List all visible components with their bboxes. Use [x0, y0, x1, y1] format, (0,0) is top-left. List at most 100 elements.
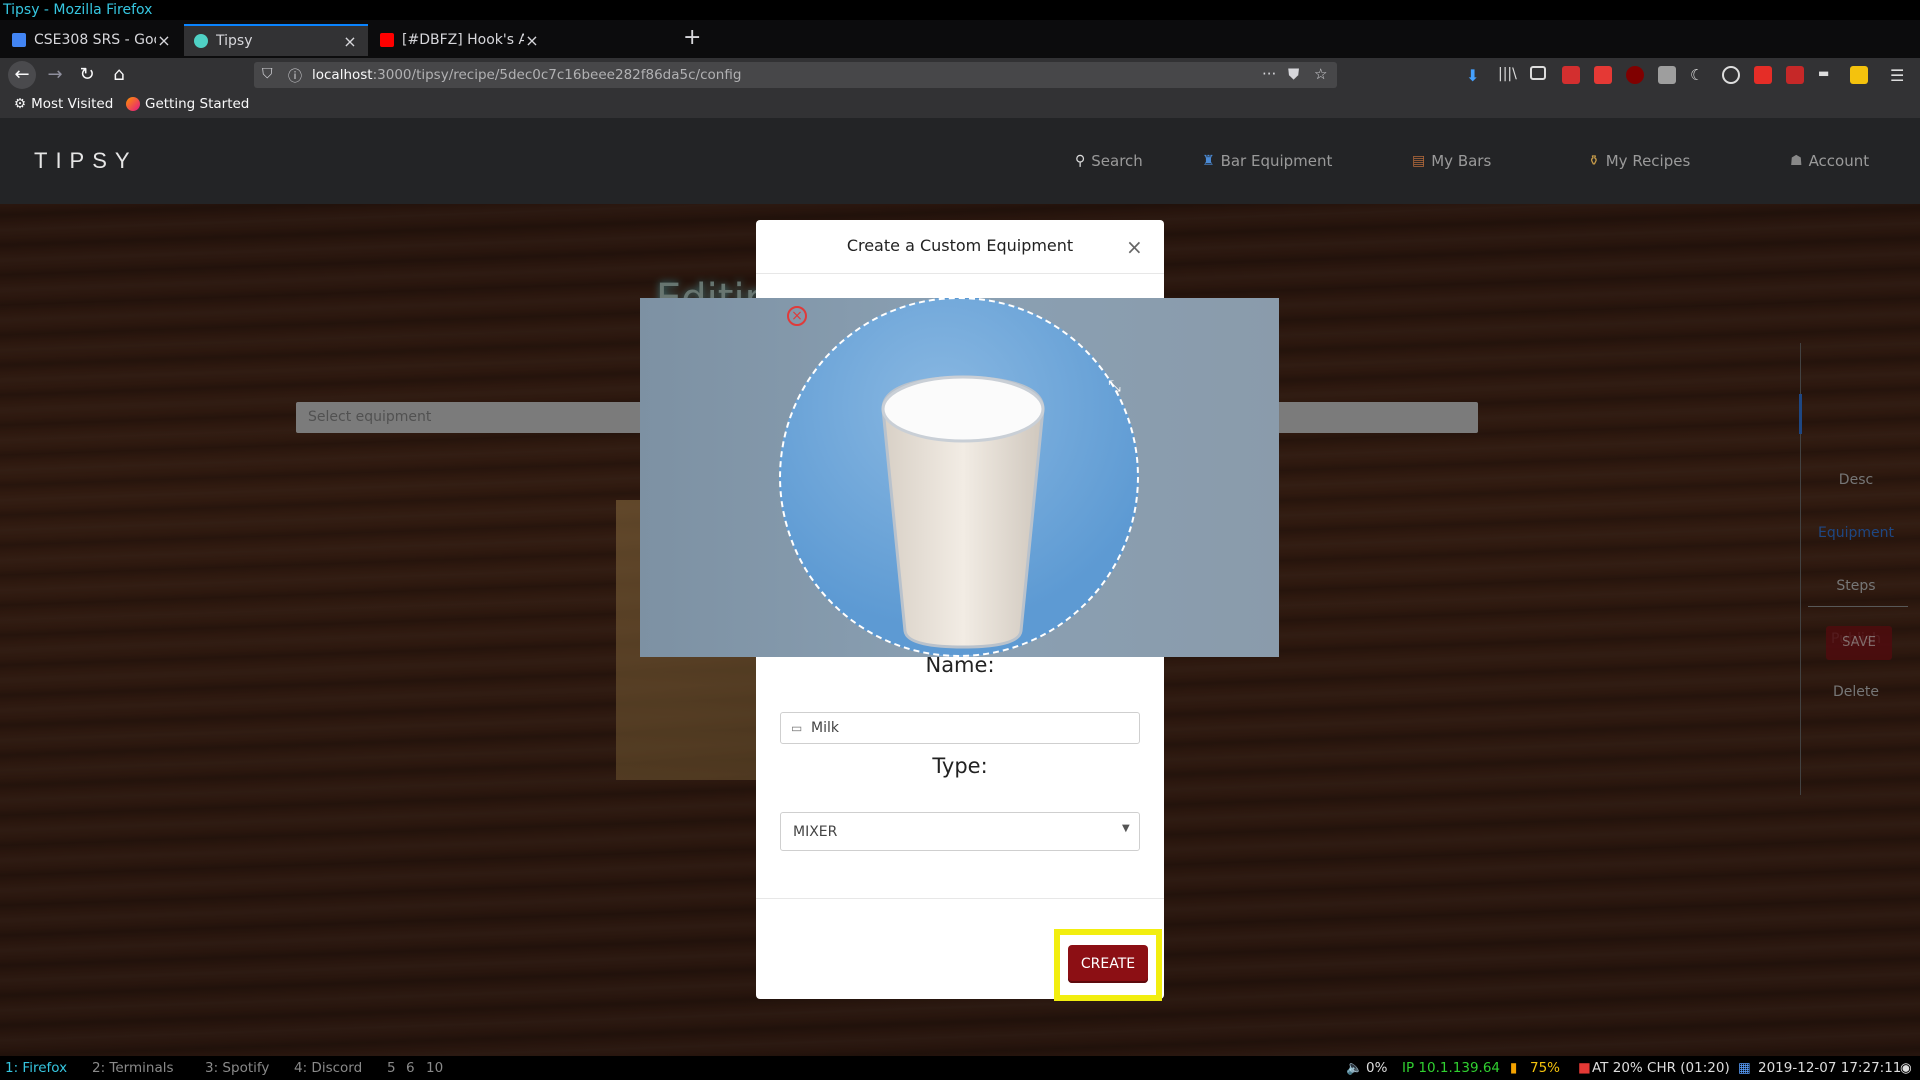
- datetime: 2019-12-07 17:27:11: [1758, 1060, 1902, 1076]
- url-bar[interactable]: ⛉ ⓘ localhost:3000/tipsy/recipe/5dec0c7c…: [254, 62, 1337, 88]
- account-circle-icon[interactable]: [1722, 66, 1740, 84]
- type-select[interactable]: MIXER ▼: [780, 812, 1140, 851]
- react-icon: [194, 34, 208, 48]
- workspace-10[interactable]: 10: [426, 1056, 443, 1080]
- search-icon: ⚲: [1075, 153, 1086, 169]
- nav-account[interactable]: ☗ Account: [1790, 152, 1869, 170]
- youtube-extension-icon[interactable]: [1754, 66, 1772, 84]
- nav-search[interactable]: ⚲ Search: [1075, 152, 1143, 170]
- wifi-value: 75%: [1530, 1060, 1561, 1076]
- name-value: Milk: [811, 720, 839, 736]
- extension-game-icon[interactable]: [1786, 66, 1804, 84]
- bookmark-star-icon[interactable]: ☆: [1314, 65, 1327, 83]
- hamburger-menu-icon[interactable]: ☰: [1890, 66, 1908, 85]
- calendar-icon: ▦: [1738, 1060, 1751, 1076]
- extension-cloud-icon[interactable]: ☾: [1690, 66, 1708, 84]
- tab-title: [#DBFZ] Hook's Adult Goh: [402, 32, 524, 48]
- page-actions-icon[interactable]: ···: [1262, 65, 1276, 83]
- close-icon[interactable]: ×: [1126, 235, 1143, 259]
- site-header: TIPSY ⚲ Search ♜ Bar Equipment ▤ My Bars…: [0, 118, 1920, 204]
- url-host: localhost: [312, 67, 373, 83]
- bookmarks-toolbar: ⚙ Most Visited Getting Started: [0, 92, 1920, 118]
- workspace-spotify[interactable]: 3: Spotify: [205, 1056, 269, 1080]
- tab-title: Tipsy: [216, 33, 253, 49]
- new-tab-button[interactable]: +: [683, 25, 701, 51]
- volume-icon: 🔈: [1346, 1060, 1363, 1076]
- info-icon[interactable]: ⓘ: [288, 66, 302, 86]
- navigation-toolbar: ← → ↻ ⌂ ⛉ ⓘ localhost:3000/tipsy/recipe/…: [0, 58, 1920, 92]
- nav-bar-equipment[interactable]: ♜ Bar Equipment: [1202, 152, 1332, 170]
- shield-icon[interactable]: ⛉: [262, 66, 273, 82]
- extension-red-icon[interactable]: [1562, 66, 1580, 84]
- download-icon[interactable]: ⬇: [1466, 66, 1484, 85]
- volume-value: 0%: [1366, 1060, 1388, 1076]
- nav-label: Account: [1808, 152, 1870, 170]
- nav-my-bars[interactable]: ▤ My Bars: [1412, 152, 1491, 170]
- extension-yellow-icon[interactable]: [1850, 66, 1868, 84]
- nav-label: Search: [1091, 152, 1143, 170]
- close-icon[interactable]: ×: [156, 31, 172, 50]
- resize-handle-icon[interactable]: ⤡: [1108, 376, 1121, 396]
- url-text[interactable]: localhost:3000/tipsy/recipe/5dec0c7c16be…: [312, 67, 741, 83]
- modal-header: Create a Custom Equipment ×: [756, 220, 1164, 274]
- page-content: TIPSY ⚲ Search ♜ Bar Equipment ▤ My Bars…: [0, 118, 1920, 1056]
- bookmark-getting-started[interactable]: Getting Started: [126, 96, 249, 112]
- sidebar-icon[interactable]: [1530, 66, 1546, 80]
- tab-tipsy[interactable]: Tipsy ×: [184, 24, 368, 56]
- tab-youtube[interactable]: [#DBFZ] Hook's Adult Goh ×: [370, 24, 550, 56]
- reload-icon[interactable]: ↻: [74, 63, 100, 87]
- nav-my-recipes[interactable]: ⚱ My Recipes: [1588, 152, 1690, 170]
- status-bar: 1: Firefox 2: Terminals 3: Spotify 4: Di…: [0, 1056, 1920, 1080]
- pocket-icon[interactable]: ⛊: [1288, 65, 1299, 83]
- home-icon[interactable]: ⌂: [106, 63, 132, 87]
- discord-tray-icon[interactable]: ◉: [1900, 1056, 1912, 1080]
- library-icon[interactable]: |||\: [1498, 66, 1517, 84]
- battery-icon: ■: [1578, 1060, 1591, 1076]
- type-value: MIXER: [793, 824, 838, 840]
- battery-value: AT 20% CHR (01:20): [1592, 1060, 1730, 1076]
- workspace-firefox[interactable]: 1: Firefox: [5, 1056, 67, 1080]
- youtube-icon: [380, 33, 394, 47]
- name-input[interactable]: ▭ Milk: [780, 712, 1140, 744]
- crop-area[interactable]: [779, 298, 1139, 657]
- nav-label: My Recipes: [1605, 152, 1691, 170]
- google-docs-icon: [12, 33, 26, 47]
- wifi-icon: ▮: [1510, 1060, 1518, 1076]
- chevron-down-icon: ▼: [1122, 823, 1130, 834]
- tab-title: CSE308 SRS - Google Doc: [34, 32, 156, 48]
- remove-image-icon[interactable]: ×: [787, 306, 807, 326]
- id-card-icon: ▭: [791, 721, 803, 735]
- window-title: Tipsy - Mozilla Firefox: [0, 0, 1920, 20]
- workspace-terminals[interactable]: 2: Terminals: [92, 1056, 174, 1080]
- bookmark-most-visited[interactable]: ⚙ Most Visited: [14, 96, 113, 112]
- user-icon: ☗: [1790, 153, 1803, 169]
- tab-google-doc[interactable]: CSE308 SRS - Google Doc ×: [2, 24, 182, 56]
- extension-gray-icon[interactable]: [1658, 66, 1676, 84]
- overflow-icon[interactable]: ▬: [1818, 66, 1836, 84]
- close-icon[interactable]: ×: [342, 32, 358, 51]
- forward-arrow-icon[interactable]: →: [42, 63, 68, 87]
- image-cropper[interactable]: × ⤡: [640, 298, 1279, 657]
- close-icon[interactable]: ×: [524, 31, 540, 50]
- modal-footer-divider: [756, 898, 1164, 899]
- brand-logo[interactable]: TIPSY: [34, 148, 138, 174]
- nav-label: Bar Equipment: [1220, 152, 1333, 170]
- bottle-icon: ⚱: [1588, 153, 1600, 169]
- shaker-icon: ♜: [1202, 153, 1215, 169]
- nav-label: My Bars: [1431, 152, 1492, 170]
- gear-icon: ⚙: [14, 96, 27, 112]
- workspace-discord[interactable]: 4: Discord: [294, 1056, 362, 1080]
- tab-bar: CSE308 SRS - Google Doc × Tipsy × [#DBFZ…: [0, 20, 1920, 58]
- ublock-icon[interactable]: [1626, 66, 1644, 84]
- modal-title: Create a Custom Equipment: [846, 236, 1074, 255]
- create-button[interactable]: CREATE: [1068, 945, 1148, 983]
- firefox-icon: [126, 97, 140, 111]
- ip-address: IP 10.1.139.64: [1402, 1060, 1501, 1076]
- todoist-icon[interactable]: [1594, 66, 1612, 84]
- workspace-6[interactable]: 6: [406, 1056, 415, 1080]
- workspace-5[interactable]: 5: [387, 1056, 396, 1080]
- bar-icon: ▤: [1412, 153, 1426, 169]
- milk-glass-image: [881, 375, 1045, 649]
- back-arrow-icon[interactable]: ←: [8, 61, 36, 89]
- bookmark-label: Most Visited: [31, 96, 114, 112]
